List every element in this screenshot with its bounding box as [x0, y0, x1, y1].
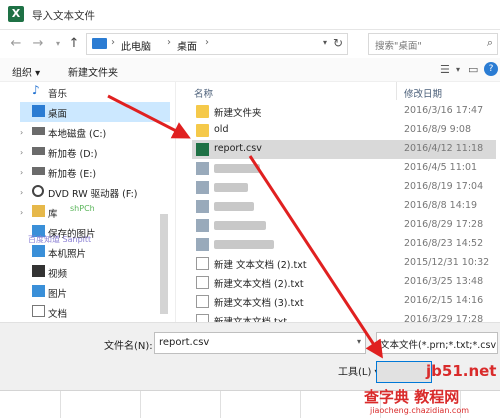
chevron-down-icon[interactable]: ▾ [456, 65, 460, 74]
search-input[interactable]: 搜索"桌面" ⌕ [368, 33, 498, 55]
file-row[interactable]: 2016/8/29 17:28 [192, 216, 496, 235]
filename-input[interactable]: report.csv ▾ [154, 332, 366, 354]
new-folder-button[interactable]: 新建文件夹 [68, 64, 118, 79]
sidebar-item-videos[interactable]: 视频 [32, 262, 172, 282]
grid-line [140, 391, 141, 418]
file-row[interactable]: 新建文本文档.txt 2016/3/29 17:28 [192, 311, 496, 322]
blurred-filename [214, 221, 266, 230]
blurred-filename [214, 164, 260, 173]
csv-file-icon [196, 143, 209, 156]
sidebar-item-drive-c[interactable]: 本地磁盘 (C:) [32, 122, 172, 142]
drive-icon [32, 147, 45, 155]
chevron-right-icon: › [205, 37, 209, 48]
sidebar-item-drive-d[interactable]: 新加卷 (D:) [32, 142, 172, 162]
refresh-icon[interactable]: ↻ [333, 36, 343, 50]
watermark-text: 百度知道 Sanpitt [28, 235, 92, 244]
grid-line [60, 391, 61, 418]
text-file-icon [196, 295, 209, 308]
arrow-right-icon[interactable]: → [30, 36, 46, 52]
sidebar-item-desktop[interactable]: 桌面 [20, 102, 170, 122]
arrow-left-icon[interactable]: ← [8, 36, 24, 52]
file-icon [196, 181, 209, 194]
blurred-filename [214, 202, 254, 211]
command-toolbar: 组织 ▾ 新建文件夹 ☰ ▾ ▭ ? [0, 58, 500, 82]
column-header-name[interactable]: 名称 [194, 86, 213, 100]
file-row[interactable]: 新建文件夹 2016/3/16 17:47 [192, 102, 496, 121]
title-bar: X 导入文本文件 [0, 0, 500, 30]
breadcrumb-desktop[interactable]: 桌面 [177, 38, 197, 53]
column-header-modified[interactable]: 修改日期 [404, 86, 442, 100]
document-icon [32, 305, 45, 317]
chevron-right-icon: › [167, 37, 171, 48]
file-row[interactable]: 2016/4/5 11:01 [192, 159, 496, 178]
grid-line [220, 391, 221, 418]
computer-icon [92, 38, 107, 49]
chevron-right-icon[interactable]: › [20, 128, 23, 137]
video-icon [32, 265, 45, 277]
chevron-down-icon[interactable]: ▾ [323, 38, 327, 47]
chevron-right-icon[interactable]: › [20, 168, 23, 177]
file-row[interactable]: 2016/8/23 14:52 [192, 235, 496, 254]
sidebar-item-drive-e[interactable]: 新加卷 (E:) [32, 162, 172, 182]
chevron-right-icon[interactable]: › [20, 148, 23, 157]
site-name: jb51.net [426, 362, 497, 380]
address-bar[interactable]: › 此电脑 › 桌面 › ▾ ↻ [86, 33, 348, 55]
site-brand: 查字典 教程网 [364, 388, 460, 406]
file-type-select[interactable]: 文本文件(*.prn;*.txt;*.csv) [376, 332, 498, 354]
file-row[interactable]: old 2016/8/9 9:08 [192, 121, 496, 140]
search-placeholder: 搜索"桌面" [375, 41, 422, 52]
site-watermark: jb51.net 查字典 教程网 jiaocheng.chazidian.com [362, 352, 500, 418]
file-icon [196, 200, 209, 213]
file-icon [196, 238, 209, 251]
file-row[interactable]: 2016/8/19 17:04 [192, 178, 496, 197]
filename-label: 文件名(N): [104, 341, 153, 352]
organize-button[interactable]: 组织 ▾ [12, 64, 40, 79]
help-icon[interactable]: ? [484, 62, 498, 76]
drive-icon [32, 127, 45, 135]
file-list: 名称 修改日期 新建文件夹 2016/3/16 17:47 old 2016/8… [186, 82, 500, 322]
file-icon [196, 219, 209, 232]
file-row[interactable]: 2016/8/8 14:19 [192, 197, 496, 216]
file-icon [196, 162, 209, 175]
chevron-down-icon[interactable]: ▾ [50, 36, 66, 52]
folder-icon [196, 105, 209, 118]
file-row[interactable]: 新建 文本文档 (2).txt 2015/12/31 10:32 [192, 254, 496, 273]
folder-icon [196, 124, 209, 137]
chevron-down-icon[interactable]: ▾ [357, 337, 361, 346]
breadcrumb-this-pc[interactable]: 此电脑 [121, 38, 151, 53]
sidebar-item-music[interactable]: ♪ 音乐 [32, 82, 172, 102]
column-divider[interactable] [396, 82, 397, 100]
text-file-icon [196, 314, 209, 322]
file-row-report-csv[interactable]: report.csv 2016/4/12 11:18 [192, 140, 496, 159]
sidebar-item-pictures[interactable]: 图片 [32, 282, 172, 302]
view-options-icon[interactable]: ☰ [440, 63, 450, 76]
music-icon: ♪ [32, 83, 40, 97]
file-row[interactable]: 新建文本文档 (3).txt 2016/2/15 14:16 [192, 292, 496, 311]
site-url: jiaocheng.chazidian.com [370, 406, 470, 415]
file-row[interactable]: 新建文本文档 (2).txt 2016/3/25 13:48 [192, 273, 496, 292]
text-file-icon [196, 276, 209, 289]
blurred-filename [214, 183, 248, 192]
grid-line [300, 391, 301, 418]
chevron-right-icon: › [111, 37, 115, 48]
watermark-text: shPCh [70, 204, 95, 213]
desktop-icon [32, 105, 45, 117]
drive-icon [32, 167, 45, 175]
excel-app-icon: X [8, 6, 24, 22]
sidebar-scrollbar[interactable] [160, 214, 168, 314]
navigation-bar: ← → ▾ ↑ › 此电脑 › 桌面 › ▾ ↻ 搜索"桌面" ⌕ [0, 30, 500, 58]
blurred-filename [214, 240, 274, 249]
arrow-up-icon[interactable]: ↑ [66, 36, 82, 52]
sidebar-item-documents[interactable]: 文档 [32, 302, 172, 322]
preview-pane-icon[interactable]: ▭ [468, 63, 478, 76]
baidu-watermark: shPCh 百度知道 Sanpitt [22, 196, 132, 248]
picture-icon [32, 285, 45, 297]
window-title: 导入文本文件 [32, 10, 95, 22]
search-icon: ⌕ [486, 36, 493, 49]
text-file-icon [196, 257, 209, 270]
